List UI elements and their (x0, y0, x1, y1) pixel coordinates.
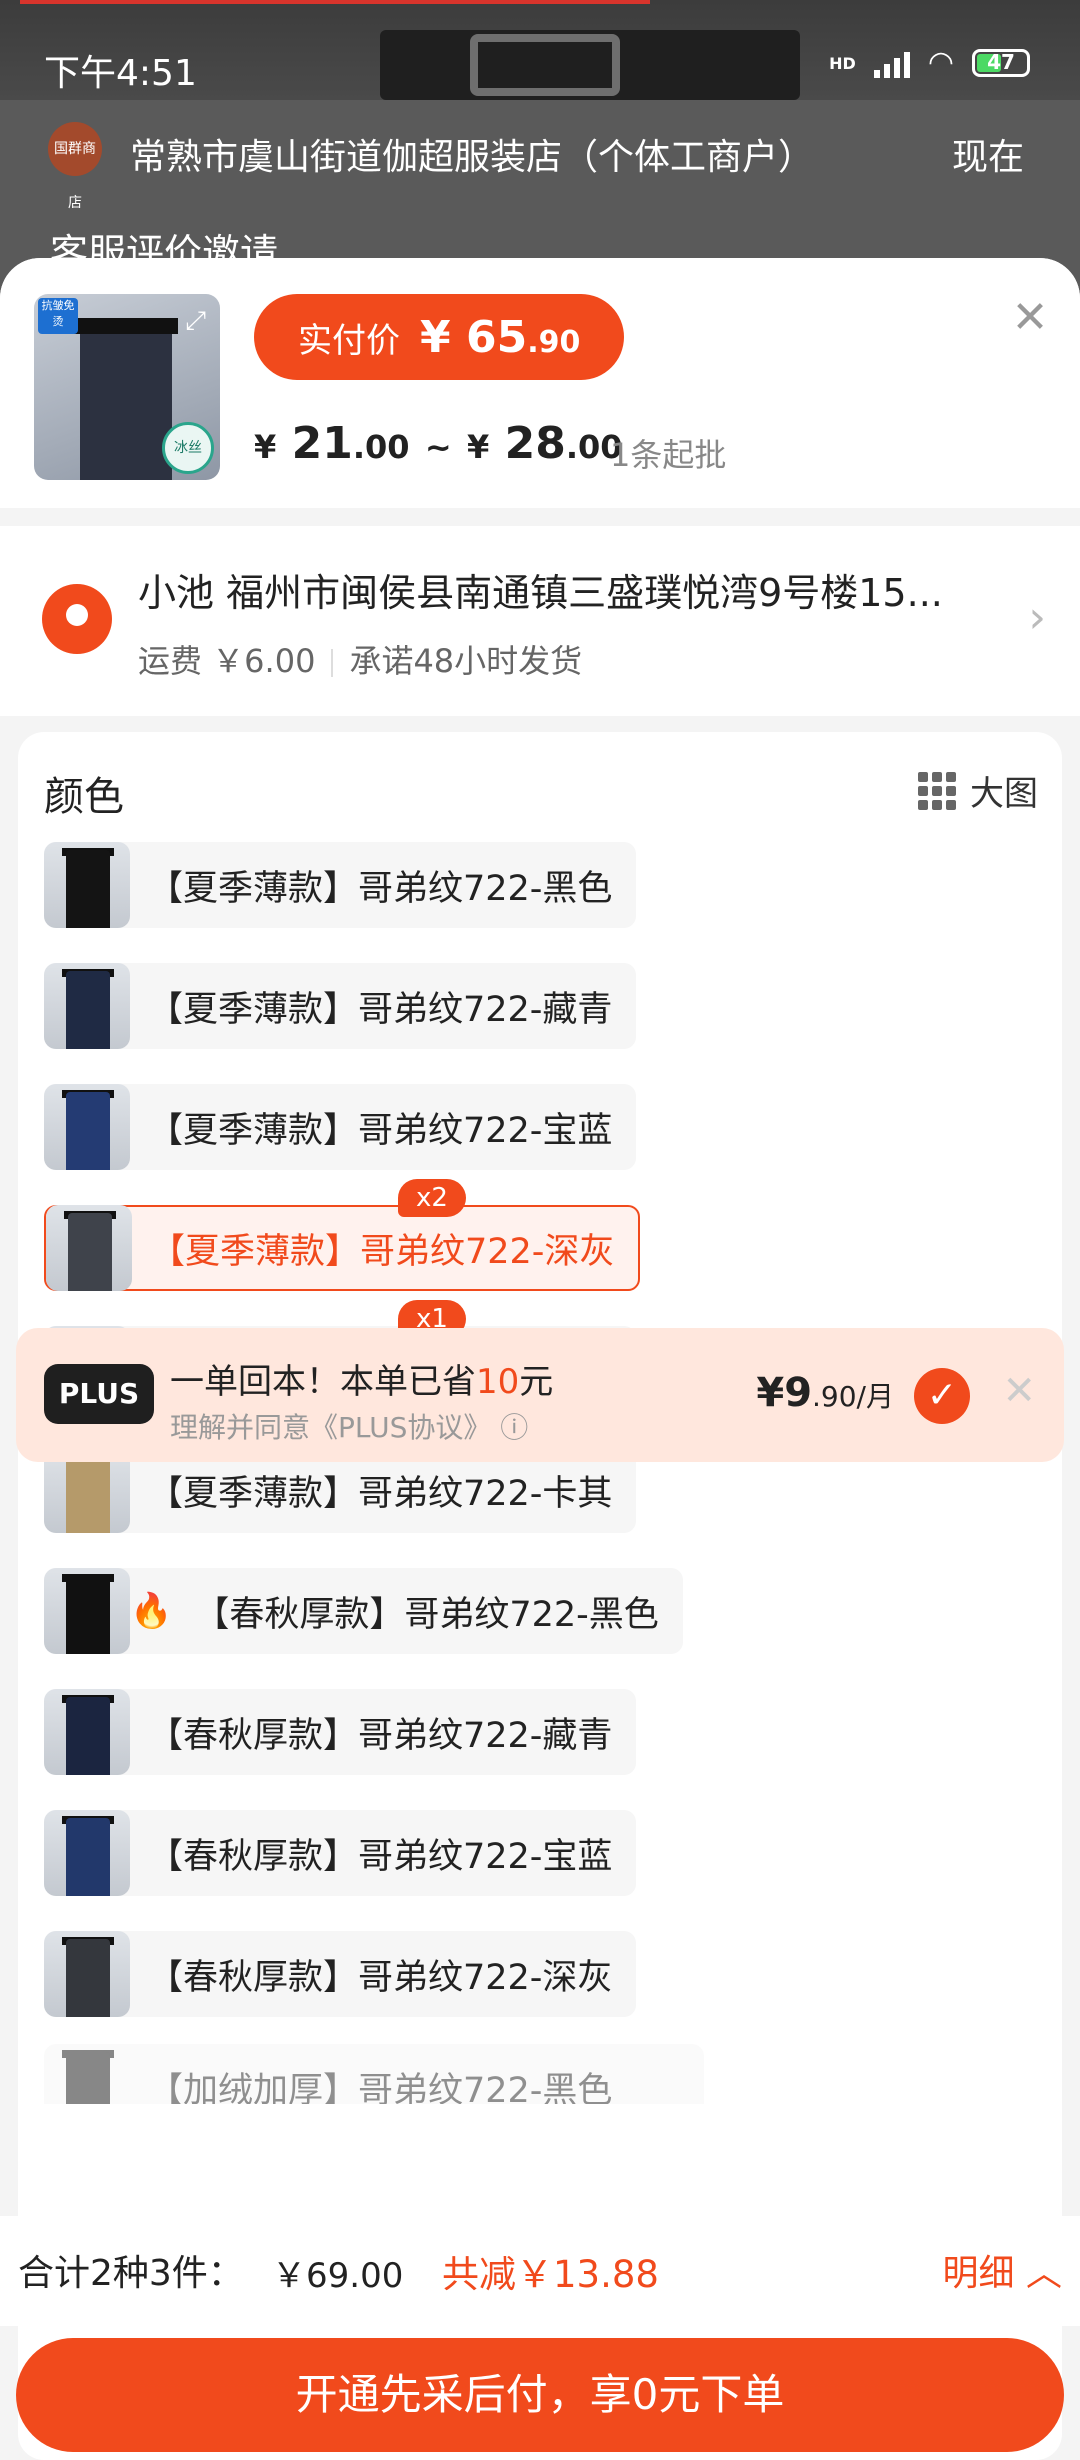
color-option-image (44, 1810, 130, 1896)
actual-price-pill: 实付价 ¥ 65.90 (254, 294, 625, 380)
expand-icon: ⤢ (185, 306, 206, 336)
delivery-promise: 承诺48小时发货 (349, 642, 583, 680)
color-option-label: 【夏季薄款】哥弟纹722-黑色 (148, 868, 613, 909)
store-name: 常熟市虞山街道伽超服装店（个体工商户） (130, 137, 815, 178)
color-option-image (44, 1568, 130, 1654)
address-text: 小池 福州市闽侯县南通镇三盛璞悦湾9号楼15... (138, 571, 943, 615)
big-image-label: 大图 (970, 774, 1038, 814)
thumbnail-badge: 冰丝 (162, 422, 214, 474)
plus-price: ¥9.90/月 (756, 1370, 894, 1416)
color-option[interactable]: 【春秋厚款】哥弟纹722-深灰 (44, 1931, 637, 2017)
chevron-right-icon: › (1028, 592, 1046, 643)
actual-price-value: ¥ 65.90 (420, 311, 581, 363)
location-pin-icon (42, 584, 112, 654)
plus-bar: PLUS 一单回本！本单已省10元 理解并同意《PLUS协议》 ⓘ ¥9.90/… (16, 1328, 1064, 1462)
submit-button[interactable]: 开通先采后付，享0元下单 (16, 2338, 1064, 2452)
price-range: ¥ 21.00 ~ ¥ 28.00 (254, 418, 623, 469)
store-logo: 国群商店 (48, 122, 102, 211)
color-option-label: 【春秋厚款】哥弟纹722-藏青 (148, 1715, 613, 1756)
color-option-image (44, 1931, 130, 2017)
plus-agreement[interactable]: 理解并同意《PLUS协议》 ⓘ (170, 1406, 528, 1446)
color-option-image (44, 1084, 130, 1170)
battery-level: 47 (987, 50, 1015, 74)
sheet-header: 抗皱免烫 ⤢ 冰丝 实付价 ¥ 65.90 ¥ 21.00 ~ ¥ 28.00 … (0, 258, 1080, 508)
thumbnail-tag: 抗皱免烫 (38, 298, 78, 334)
color-option[interactable]: 🔥 【春秋厚款】哥弟纹722-黑色 (44, 1568, 683, 1654)
saving-amount: 共减￥13.88 (442, 2253, 659, 2296)
total-amount: ￥69.00 (272, 2256, 404, 2296)
color-option-image (46, 1205, 132, 1291)
background-page: 下午4:51 HD ◠ 47 国群商店 常熟市虞山街道伽超服装店（个体工商户） … (0, 0, 1080, 300)
address-row[interactable]: 小池 福州市闽侯县南通镇三盛璞悦湾9号楼15... 运费 ￥6.00 承诺48小时… (0, 526, 1080, 716)
color-option-label: 【夏季薄款】哥弟纹722-卡其 (148, 1473, 613, 1514)
color-option-label: 【夏季薄款】哥弟纹722-宝蓝 (148, 1110, 613, 1151)
help-icon[interactable]: ⓘ (500, 1411, 528, 1444)
product-thumbnail[interactable]: 抗皱免烫 ⤢ 冰丝 (34, 294, 220, 480)
check-icon[interactable]: ✓ (914, 1368, 970, 1424)
quantity-badge: x2 (398, 1179, 466, 1217)
plus-savings-text: 一单回本！本单已省10元 (170, 1362, 554, 1402)
shipping-info: 运费 ￥6.00 承诺48小时发货 (138, 636, 582, 682)
color-option-image (44, 963, 130, 1049)
color-option-image (44, 1689, 130, 1775)
big-image-toggle[interactable]: 大图 (918, 766, 1038, 815)
wifi-icon: ◠ (927, 45, 954, 80)
status-bar: 下午4:51 HD ◠ 47 (0, 0, 1080, 100)
min-order: 1条起批 (610, 436, 727, 474)
status-time: 下午4:51 (44, 53, 197, 94)
color-option-partial[interactable]: 【加绒加厚】哥弟纹722-黑色 (44, 2044, 704, 2104)
color-option[interactable]: 【夏季薄款】哥弟纹722-藏青 (44, 963, 637, 1049)
actual-price-label: 实付价 (298, 320, 400, 361)
color-option-image (44, 842, 130, 928)
shipping-fee: 运费 ￥6.00 (138, 642, 316, 680)
plus-logo: PLUS (44, 1364, 154, 1424)
store-row: 国群商店 常熟市虞山街道伽超服装店（个体工商户） 现在 (0, 100, 1080, 211)
color-option[interactable]: 【春秋厚款】哥弟纹722-宝蓝 (44, 1810, 637, 1896)
fire-icon: 🔥 (130, 1591, 173, 1631)
color-option-label: 【春秋厚款】哥弟纹722-深灰 (148, 1957, 613, 1998)
color-card: 颜色 大图 【夏季薄款】哥弟纹722-黑色 【夏季薄款】哥弟纹722-藏青 【夏季薄… (18, 732, 1062, 2460)
color-option-label: 【夏季薄款】哥弟纹722-深灰 (150, 1231, 615, 1272)
signal-icon (873, 48, 910, 78)
color-option[interactable]: 【夏季薄款】哥弟纹722-宝蓝 (44, 1084, 637, 1170)
total-label: 合计2种3件： (18, 2253, 244, 2294)
total-bar: 合计2种3件： ￥69.00 共减￥13.88 明细 ︿ (0, 2216, 1080, 2326)
color-option[interactable]: 【夏季薄款】哥弟纹722-深灰 (44, 1205, 641, 1291)
plus-close-icon[interactable]: ✕ (1002, 1368, 1036, 1414)
network-type: HD (829, 53, 856, 73)
chevron-up-icon: ︿ (1025, 2253, 1062, 2294)
close-icon[interactable]: ✕ (1010, 296, 1050, 340)
color-option-label: 【加绒加厚】哥弟纹722-黑色 (148, 2070, 613, 2105)
message-time: 现在 (951, 137, 1024, 178)
color-option[interactable]: 【夏季薄款】哥弟纹722-黑色 (44, 842, 637, 928)
color-option-label: 【春秋厚款】哥弟纹722-宝蓝 (148, 1836, 613, 1877)
color-option-label: 【夏季薄款】哥弟纹722-藏青 (148, 989, 613, 1030)
color-option-label: 【春秋厚款】哥弟纹722-黑色 (194, 1594, 659, 1635)
color-option[interactable]: 【春秋厚款】哥弟纹722-藏青 (44, 1689, 637, 1775)
color-title: 颜色 (44, 774, 124, 820)
sku-sheet: 抗皱免烫 ⤢ 冰丝 实付价 ¥ 65.90 ¥ 21.00 ~ ¥ 28.00 … (0, 258, 1080, 2460)
detail-toggle[interactable]: 明细 ︿ (943, 2244, 1062, 2296)
grid-icon (918, 771, 956, 810)
battery-icon: 47 (972, 49, 1030, 77)
